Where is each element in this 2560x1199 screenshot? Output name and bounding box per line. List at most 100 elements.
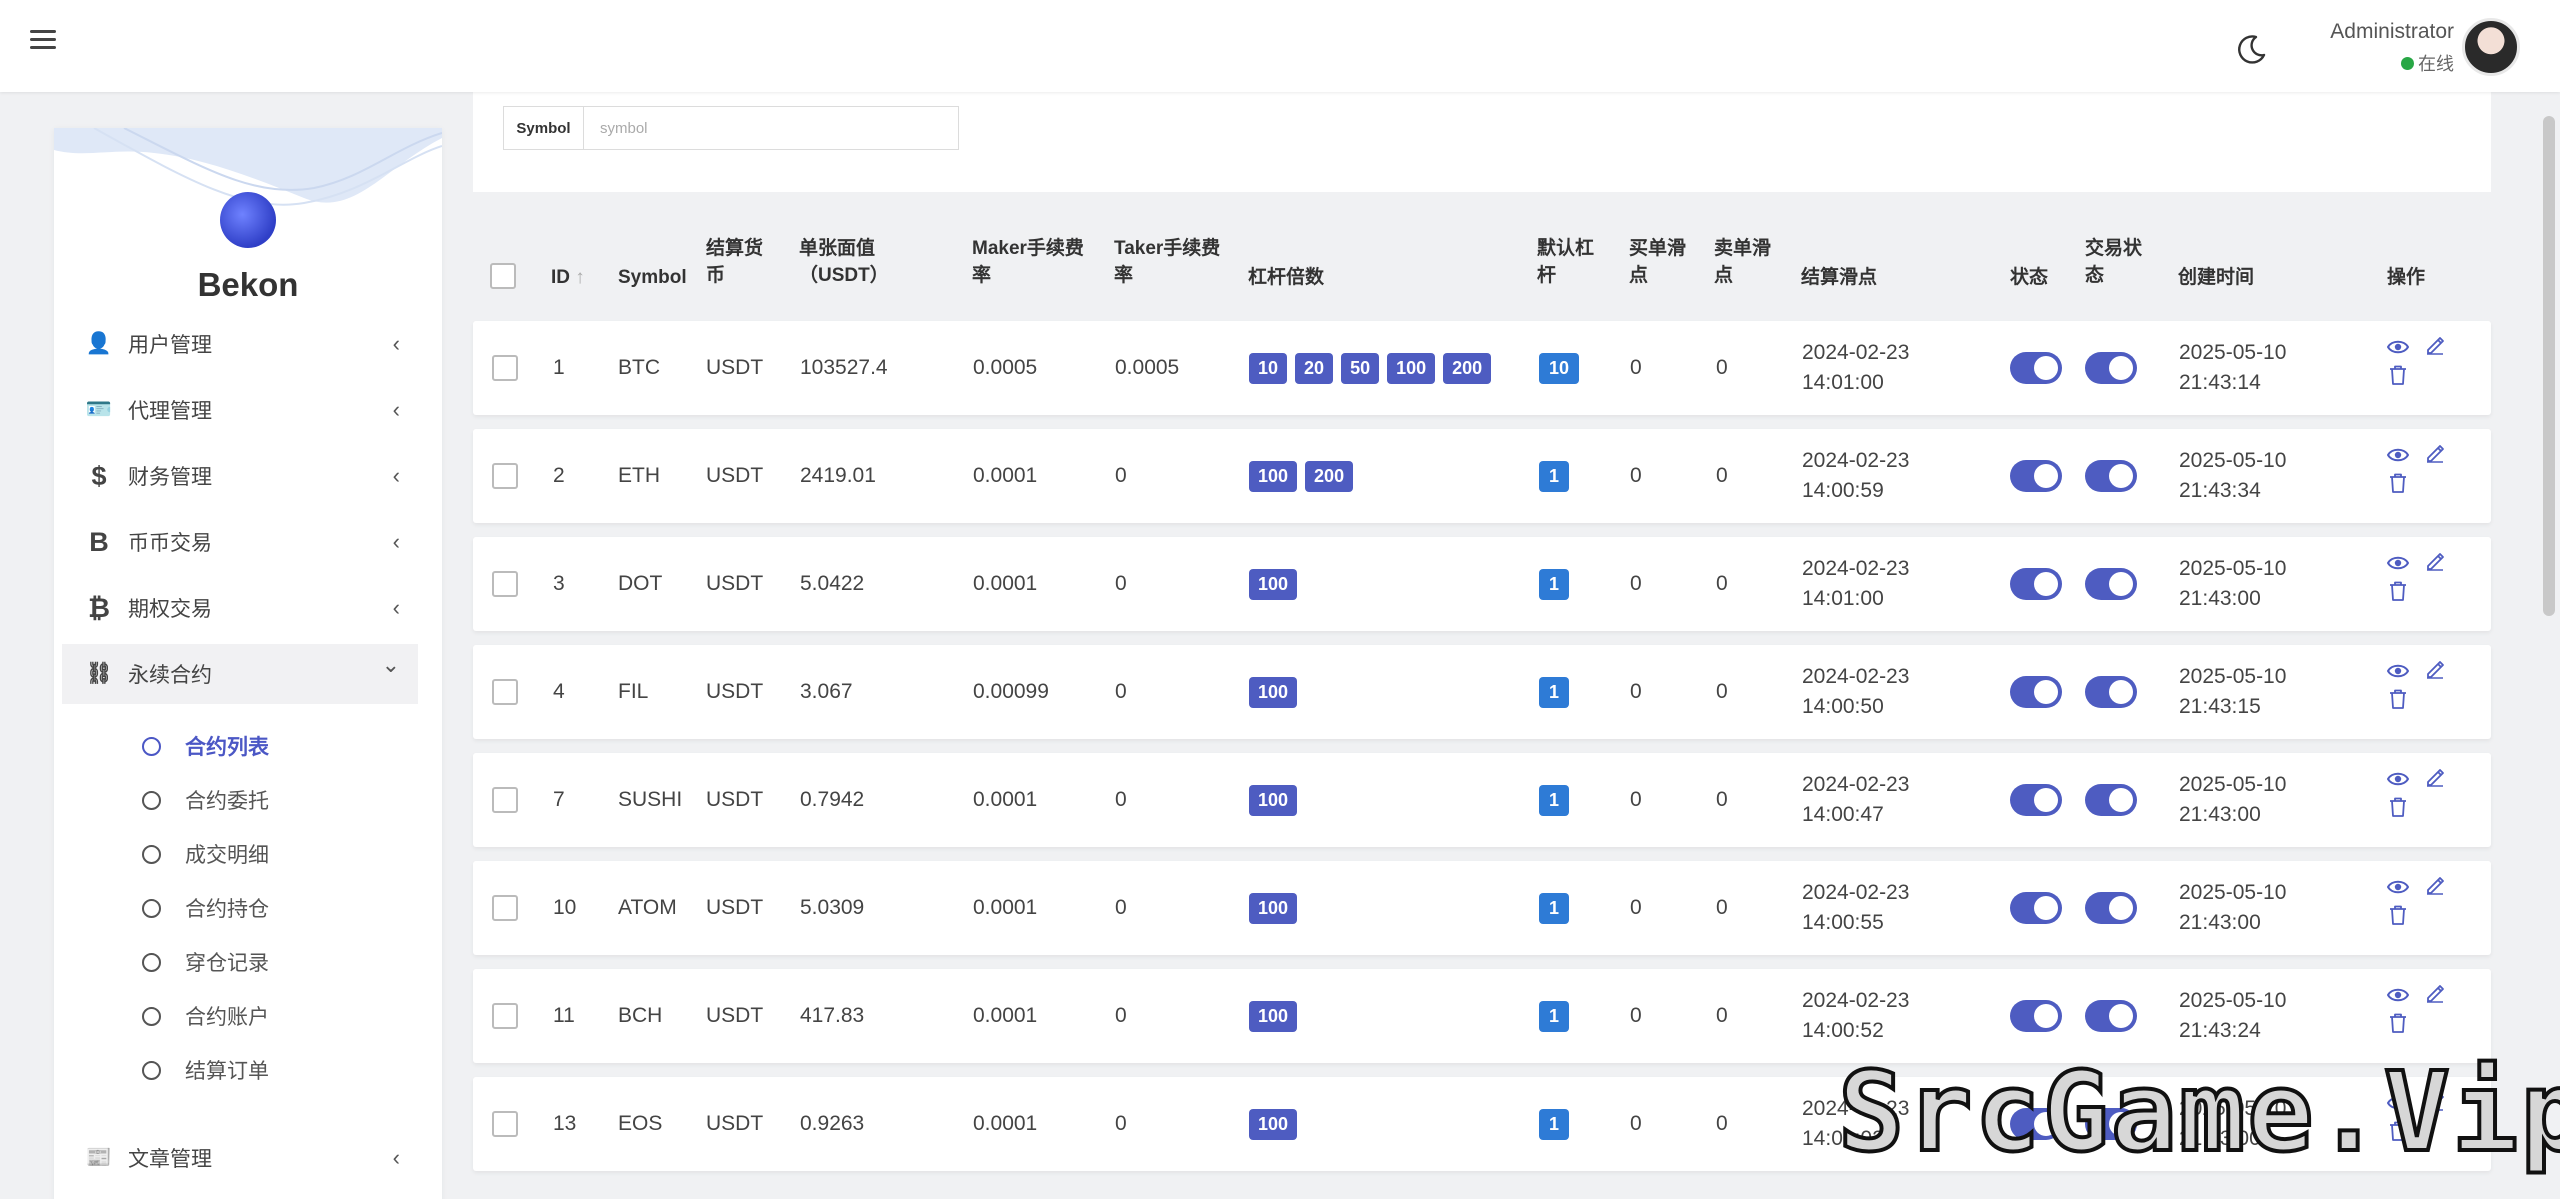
sidebar-subitem-2[interactable]: 成交明细 xyxy=(142,834,269,874)
sidebar-subitem-1[interactable]: 合约委托 xyxy=(142,780,269,820)
hamburger-icon[interactable] xyxy=(30,30,56,52)
leverage-badge[interactable]: 100 xyxy=(1249,676,1298,708)
cell-buy-slippage: 0 xyxy=(1630,572,1642,595)
view-eye-icon[interactable] xyxy=(2387,447,2409,463)
avatar[interactable] xyxy=(2462,18,2520,76)
edit-pencil-icon[interactable] xyxy=(2425,767,2445,787)
sidebar-subitem-5[interactable]: 合约账户 xyxy=(142,996,269,1036)
cell-default-leverage: 1 xyxy=(1539,969,1570,1063)
table-row: 4 FIL USDT 3.067 0.00099 0 100 1 0 0 2024-02-23 14:… xyxy=(473,645,2491,739)
sidebar-subitem-6[interactable]: 结算订单 xyxy=(142,1050,269,1090)
delete-trash-icon[interactable] xyxy=(2389,365,2407,385)
trade-status-toggle[interactable] xyxy=(2085,352,2137,384)
header-actions: 操作 xyxy=(2387,267,2426,288)
edit-pencil-icon[interactable] xyxy=(2425,875,2445,895)
sidebar-item-2[interactable]: $ 财务管理 ‹ xyxy=(62,446,418,506)
sidebar-subitem-0[interactable]: 合约列表 xyxy=(142,726,269,766)
cell-buy-slippage: 0 xyxy=(1630,680,1642,703)
user-info[interactable]: Administrator 在线 xyxy=(2330,20,2454,76)
row-select-cell xyxy=(492,537,518,631)
leverage-badge[interactable]: 20 xyxy=(1295,352,1334,384)
status-toggle[interactable] xyxy=(2010,568,2062,600)
delete-trash-icon[interactable] xyxy=(2389,473,2407,493)
search-card: Symbol xyxy=(473,92,2491,192)
default-leverage-badge: 1 xyxy=(1539,460,1570,492)
scrollbar-thumb[interactable] xyxy=(2543,116,2555,616)
view-eye-icon[interactable] xyxy=(2387,987,2409,1003)
cell-symbol: ETH xyxy=(618,464,660,487)
chevron-left-icon: ‹ xyxy=(392,1145,400,1170)
trade-status-toggle[interactable] xyxy=(2085,460,2137,492)
row-checkbox[interactable] xyxy=(492,1111,518,1137)
leverage-badge[interactable]: 100 xyxy=(1249,1108,1298,1140)
trade-status-toggle[interactable] xyxy=(2085,676,2137,708)
delete-trash-icon[interactable] xyxy=(2389,797,2407,817)
row-checkbox[interactable] xyxy=(492,355,518,381)
view-eye-icon[interactable] xyxy=(2387,339,2409,355)
table-row: 3 DOT USDT 5.0422 0.0001 0 100 1 0 0 2024-02-23 14:… xyxy=(473,537,2491,631)
cell-currency: USDT xyxy=(706,896,764,919)
status-toggle[interactable] xyxy=(2010,676,2062,708)
edit-pencil-icon[interactable] xyxy=(2425,983,2445,1003)
row-checkbox[interactable] xyxy=(492,1003,518,1029)
select-all-checkbox[interactable] xyxy=(490,263,516,289)
sidebar-subitem-4[interactable]: 穿仓记录 xyxy=(142,942,269,982)
status-toggle[interactable] xyxy=(2010,1000,2062,1032)
sidebar-item-7[interactable]: 🌐申购管理‹ xyxy=(62,1188,418,1199)
leverage-badge[interactable]: 200 xyxy=(1305,460,1354,492)
symbol-search-input[interactable] xyxy=(584,107,958,149)
leverage-badge[interactable]: 100 xyxy=(1249,892,1298,924)
edit-pencil-icon[interactable] xyxy=(2425,335,2445,355)
status-toggle[interactable] xyxy=(2010,460,2062,492)
sidebar-item-3[interactable]: B 币币交易 ‹ xyxy=(62,512,418,572)
status-toggle[interactable] xyxy=(2010,352,2062,384)
cell-currency: USDT xyxy=(706,356,764,379)
row-checkbox[interactable] xyxy=(492,679,518,705)
leverage-badge[interactable]: 50 xyxy=(1341,352,1380,384)
leverage-badge[interactable]: 100 xyxy=(1249,784,1298,816)
default-leverage-badge: 10 xyxy=(1539,352,1580,384)
edit-pencil-icon[interactable] xyxy=(2425,443,2445,463)
trade-status-toggle[interactable] xyxy=(2085,892,2137,924)
leverage-badge[interactable]: 100 xyxy=(1387,352,1436,384)
sort-arrow-icon[interactable]: ↑ xyxy=(575,267,585,288)
leverage-badge[interactable]: 100 xyxy=(1249,568,1298,600)
cell-face-value: 5.0309 xyxy=(800,896,865,919)
trade-status-toggle[interactable] xyxy=(2085,568,2137,600)
view-eye-icon[interactable] xyxy=(2387,879,2409,895)
header-buy-slippage: 买单滑点 xyxy=(1629,238,1687,286)
delete-trash-icon[interactable] xyxy=(2389,581,2407,601)
sidebar-item-0[interactable]: 👤 用户管理 ‹ xyxy=(62,314,418,374)
sidebar-item-1[interactable]: 🪪 代理管理 ‹ xyxy=(62,380,418,440)
leverage-badge[interactable]: 100 xyxy=(1249,460,1298,492)
view-eye-icon[interactable] xyxy=(2387,663,2409,679)
delete-trash-icon[interactable] xyxy=(2389,689,2407,709)
leverage-badge[interactable]: 10 xyxy=(1249,352,1288,384)
moon-icon[interactable] xyxy=(2236,33,2268,65)
cell-symbol: BTC xyxy=(618,356,660,379)
row-checkbox[interactable] xyxy=(492,787,518,813)
view-eye-icon[interactable] xyxy=(2387,555,2409,571)
sidebar-item-4[interactable]: ₿ 期权交易 ‹ xyxy=(62,578,418,638)
row-checkbox[interactable] xyxy=(492,463,518,489)
status-toggle[interactable] xyxy=(2010,892,2062,924)
trade-status-toggle[interactable] xyxy=(2085,784,2137,816)
sidebar-item-6[interactable]: 📰 文章管理 ‹ xyxy=(62,1128,418,1188)
trade-status-toggle[interactable] xyxy=(2085,1000,2137,1032)
row-checkbox[interactable] xyxy=(492,895,518,921)
leverage-badge[interactable]: 100 xyxy=(1249,1000,1298,1032)
sidebar-item-5[interactable]: ⛓ 永续合约 ⌄ xyxy=(62,644,418,704)
header-id[interactable]: ID ↑ xyxy=(551,264,585,291)
edit-pencil-icon[interactable] xyxy=(2425,551,2445,571)
row-checkbox[interactable] xyxy=(492,571,518,597)
status-toggle[interactable] xyxy=(2010,784,2062,816)
sidebar-subitem-3[interactable]: 合约持仓 xyxy=(142,888,269,928)
view-eye-icon[interactable] xyxy=(2387,771,2409,787)
cell-sell-slippage: 0 xyxy=(1716,788,1728,811)
leverage-badge[interactable]: 200 xyxy=(1443,352,1492,384)
delete-trash-icon[interactable] xyxy=(2389,1013,2407,1033)
edit-pencil-icon[interactable] xyxy=(2425,659,2445,679)
delete-trash-icon[interactable] xyxy=(2389,905,2407,925)
cell-settle-time: 2024-02-23 14:01:00 xyxy=(1802,321,1909,415)
sidebar-subitem-label: 合约列表 xyxy=(185,736,269,759)
